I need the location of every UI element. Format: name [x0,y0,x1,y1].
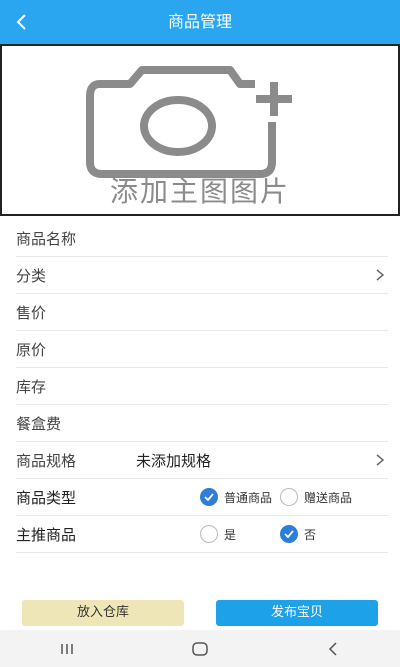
radio-checked-icon [200,488,218,506]
back-arrow-icon [329,641,337,656]
system-back-button[interactable] [313,637,353,661]
featured-option-no-label: 否 [304,527,317,542]
stock-row[interactable]: 库存 [16,368,388,405]
featured-label: 主推商品 [16,525,77,544]
type-option-normal-label: 普通商品 [224,490,273,505]
add-main-image-area[interactable]: 添加主图图片 [0,44,400,216]
stock-label: 库存 [16,377,47,396]
featured-option-no[interactable]: 否 [280,525,316,543]
price-label: 售价 [16,303,47,322]
featured-row: 主推商品 是 否 [16,516,388,553]
system-nav-bar [0,630,400,667]
spec-row[interactable]: 商品规格 未添加规格 [16,442,388,479]
original-price-label: 原价 [16,340,47,359]
featured-option-yes-label: 是 [224,527,237,542]
type-option-normal[interactable]: 普通商品 [200,488,272,506]
app-header: 商品管理 [0,0,400,44]
spec-label: 商品规格 [16,451,77,470]
category-row[interactable]: 分类 [16,257,388,294]
home-icon [192,641,208,656]
product-name-row[interactable]: 商品名称 [16,220,388,257]
publish-button[interactable]: 发布宝贝 [216,600,378,626]
type-option-gift-label: 赠送商品 [304,490,353,505]
camera-plus-icon [86,66,292,178]
page-title: 商品管理 [167,12,232,31]
product-type-label: 商品类型 [16,488,77,507]
recent-apps-button[interactable] [47,637,87,661]
box-fee-row[interactable]: 餐盒费 [16,405,388,442]
price-row[interactable]: 售价 [16,294,388,331]
radio-unchecked-icon [280,488,299,506]
chevron-right-icon [376,269,385,281]
home-button[interactable] [180,637,220,661]
store-to-warehouse-button[interactable]: 放入仓库 [22,600,184,626]
box-fee-label: 餐盒费 [16,414,62,433]
product-type-radio-group: 普通商品 赠送商品 [200,488,360,506]
product-type-row: 商品类型 普通商品 赠送商品 [16,479,388,516]
radio-checked-icon [280,525,299,543]
product-form: 商品名称 分类 售价 原价 库存 餐盒费 商品规格 未添加规格 商品类型 普通商… [0,220,400,553]
add-image-caption: 添加主图图片 [109,175,290,208]
chevron-right-icon [376,454,385,466]
radio-unchecked-icon [200,525,218,543]
spec-value: 未添加规格 [136,451,212,470]
featured-radio-group: 是 否 [200,525,324,543]
recent-apps-icon [60,643,73,654]
product-name-label: 商品名称 [16,229,77,248]
type-option-gift[interactable]: 赠送商品 [280,488,352,506]
featured-option-yes[interactable]: 是 [200,525,236,543]
category-label: 分类 [16,266,47,285]
original-price-row[interactable]: 原价 [16,331,388,368]
